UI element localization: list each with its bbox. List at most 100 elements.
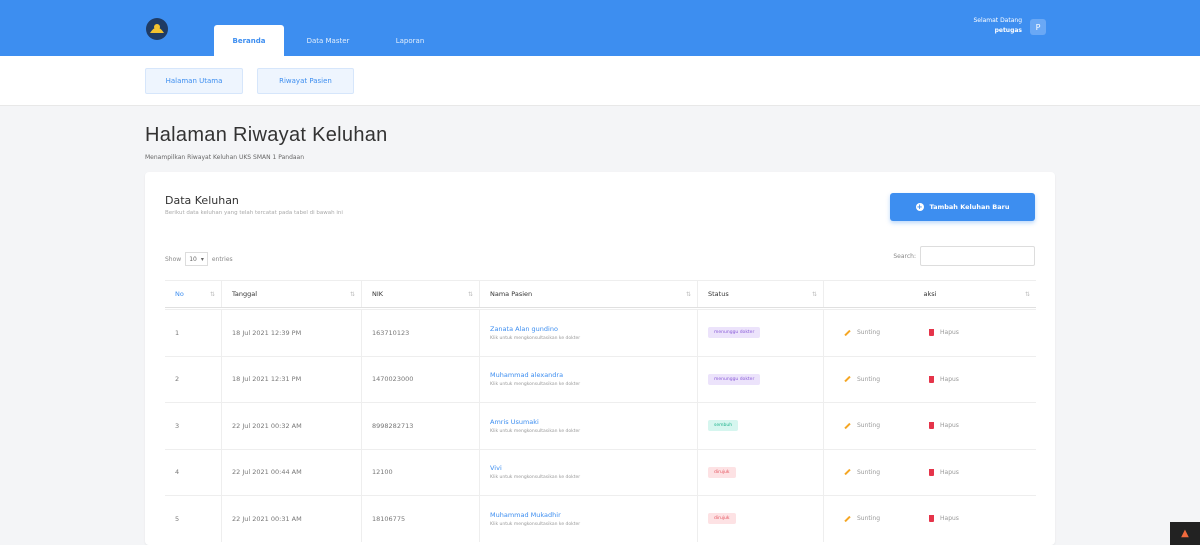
pencil-icon (844, 376, 851, 383)
header-no[interactable]: No ⇅ (165, 281, 221, 307)
card-description: Berikut data keluhan yang telah tercatat… (165, 210, 343, 216)
card-title: Data Keluhan (165, 194, 239, 207)
table-header: No ⇅ Tanggal ⇅ NIK ⇅ Nama Pasien ⇅ Status ⇅ a… (165, 280, 1036, 308)
cell-no: 4 (175, 468, 180, 477)
user-name: petugas (994, 27, 1022, 34)
cell-status: sembuh (697, 403, 823, 449)
cell-tanggal: 18 Jul 2021 12:31 PM (221, 356, 361, 402)
status-badge: dirujuk (708, 513, 736, 525)
cell-aksi: Sunting Hapus (823, 496, 1036, 542)
sort-icon: ⇅ (811, 290, 817, 298)
cell-tanggal: 22 Jul 2021 00:31 AM (221, 496, 361, 542)
patient-name-link[interactable]: Vivi (490, 464, 580, 472)
cell-aksi: Sunting Hapus (823, 356, 1036, 402)
patient-hint: Klik untuk mengkonsultasikan ke dokter (490, 521, 581, 527)
status-badge: menunggu dokter (708, 373, 761, 385)
page-subtitle: Menampilkan Riwayat Keluhan UKS SMAN 1 P… (145, 154, 305, 161)
header-nama-pasien[interactable]: Nama Pasien ⇅ (479, 281, 697, 307)
delete-button[interactable]: Hapus (929, 375, 959, 383)
patient-name-link[interactable]: Amris Usumaki (490, 418, 580, 426)
avatar[interactable]: P (1030, 19, 1046, 35)
cell-nama-pasien: Muhammad alexandra Klik untuk mengkonsult… (479, 356, 697, 402)
edit-label: Sunting (857, 329, 881, 337)
cell-tanggal: 22 Jul 2021 00:32 AM (221, 403, 361, 449)
cell-nik: 18106775 (361, 496, 479, 542)
data-card: Data Keluhan Berikut data keluhan yang t… (145, 172, 1055, 545)
add-button-label: Tambah Keluhan Baru (929, 203, 1010, 211)
cell-aksi: Sunting Hapus (823, 310, 1036, 356)
status-badge: dirujuk (708, 466, 736, 478)
header-status[interactable]: Status ⇅ (697, 281, 823, 307)
cell-nik: 163710123 (361, 310, 479, 356)
edit-button[interactable]: Sunting (844, 515, 880, 522)
sort-icon: ⇅ (1024, 290, 1030, 298)
trash-icon (929, 422, 934, 430)
sort-icon: ⇅ (685, 290, 691, 298)
patient-name-link[interactable]: Zanata Alan gundino (490, 325, 580, 333)
edit-label: Sunting (857, 515, 881, 523)
entries-value: 10 (189, 255, 197, 263)
school-logo-icon[interactable] (144, 16, 170, 42)
patient-hint: Klik untuk mengkonsultasikan ke dokter (490, 335, 581, 341)
tab-data-master[interactable]: Data Master (288, 25, 368, 56)
delete-button[interactable]: Hapus (929, 515, 959, 523)
cell-nama-pasien: Amris Usumaki Klik untuk mengkonsultasika… (479, 403, 697, 449)
cell-status: menunggu dokter (697, 310, 823, 356)
search-input[interactable] (920, 246, 1035, 266)
cell-tanggal: 22 Jul 2021 00:44 AM (221, 449, 361, 495)
chevron-down-icon: ▾ (200, 255, 204, 263)
header-nik[interactable]: NIK ⇅ (361, 281, 479, 307)
table-row: 1 18 Jul 2021 12:39 PM 163710123 Zanata Ala… (165, 309, 1036, 356)
edit-label: Sunting (857, 468, 881, 476)
cell-nama-pasien: Zanata Alan gundino Klik untuk mengkonsul… (479, 310, 697, 356)
scroll-top-icon[interactable]: ▲ (1170, 522, 1200, 545)
cell-nik: 1470023000 (361, 356, 479, 402)
sort-icon: ⇅ (349, 290, 355, 298)
add-complaint-button[interactable]: + Tambah Keluhan Baru (890, 193, 1035, 221)
edit-button[interactable]: Sunting (844, 376, 880, 383)
header-aksi[interactable]: aksi ⇅ (823, 281, 1036, 307)
sub-navbar: Halaman Utama Riwayat Pasien (0, 56, 1200, 106)
patient-name-link[interactable]: Muhammad Mukadhir (490, 511, 580, 519)
user-greeting: Selamat Datang (973, 17, 1022, 24)
search-label: Search: (893, 252, 916, 260)
entries-select[interactable]: 10 ▾ (185, 252, 208, 266)
patient-hint: Klik untuk mengkonsultasikan ke dokter (490, 382, 581, 388)
trash-icon (929, 329, 934, 337)
delete-button[interactable]: Hapus (929, 468, 959, 476)
pencil-icon (844, 422, 851, 429)
delete-button[interactable]: Hapus (929, 329, 959, 337)
table-row: 5 22 Jul 2021 00:31 AM 18106775 Muhammad Mu… (165, 495, 1036, 542)
entries-label: entries (211, 255, 233, 263)
cell-status: dirujuk (697, 449, 823, 495)
cell-nama-pasien: Muhammad Mukadhir Klik untuk mengkonsulta… (479, 496, 697, 542)
tab-beranda[interactable]: Beranda (214, 25, 284, 56)
delete-label: Hapus (940, 468, 959, 476)
cell-no: 1 (175, 328, 180, 337)
delete-label: Hapus (940, 422, 959, 430)
edit-button[interactable]: Sunting (844, 469, 880, 476)
patient-name-link[interactable]: Muhammad alexandra (490, 371, 580, 379)
table-row: 3 22 Jul 2021 00:32 AM 8998282713 Amris Usu… (165, 402, 1036, 449)
cell-no: 5 (175, 514, 180, 523)
page-title: Halaman Riwayat Keluhan (145, 124, 388, 146)
trash-icon (929, 375, 934, 383)
cell-no: 2 (175, 375, 180, 384)
subnav-riwayat-pasien[interactable]: Riwayat Pasien (257, 68, 354, 94)
edit-label: Sunting (857, 422, 881, 430)
cell-status: menunggu dokter (697, 356, 823, 402)
edit-button[interactable]: Sunting (844, 422, 880, 429)
cell-aksi: Sunting Hapus (823, 403, 1036, 449)
tab-laporan[interactable]: Laporan (380, 25, 440, 56)
trash-icon (929, 468, 934, 476)
header-tanggal[interactable]: Tanggal ⇅ (221, 281, 361, 307)
sort-icon: ⇅ (209, 290, 215, 298)
table-row: 2 18 Jul 2021 12:31 PM 1470023000 Muhammad … (165, 355, 1036, 402)
cell-tanggal: 18 Jul 2021 12:39 PM (221, 310, 361, 356)
edit-button[interactable]: Sunting (844, 329, 880, 336)
cell-nik: 8998282713 (361, 403, 479, 449)
user-info: Selamat Datang petugas (973, 16, 1022, 36)
delete-button[interactable]: Hapus (929, 422, 959, 430)
subnav-halaman-utama[interactable]: Halaman Utama (145, 68, 243, 94)
sort-icon: ⇅ (467, 290, 473, 298)
